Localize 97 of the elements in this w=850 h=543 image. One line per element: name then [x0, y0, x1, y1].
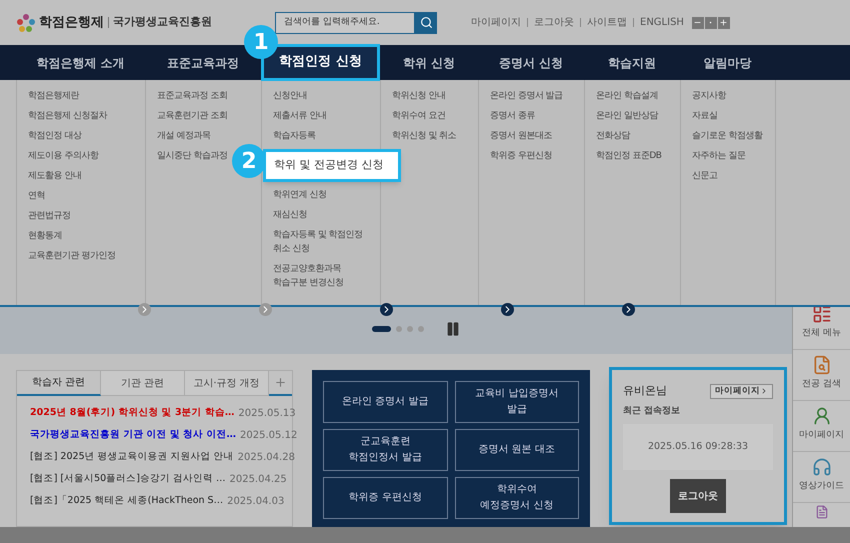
nav-tab[interactable]: 증명서 신청 [498, 50, 564, 76]
submenu-item[interactable]: 학위신청 및 취소 [392, 129, 456, 143]
chevron-icon [259, 303, 272, 316]
chevron-icon [138, 303, 151, 316]
font-larger-button[interactable] [718, 16, 730, 28]
submenu-item[interactable]: 학위수여 요건 [392, 109, 446, 123]
side-menu-button[interactable]: 전공 검색 [793, 346, 850, 401]
submenu-item[interactable]: 개설 예정과목 [157, 129, 210, 143]
logout-button[interactable]: 로그아웃 [670, 479, 726, 513]
submenu-item[interactable]: 연혁 [28, 189, 45, 203]
submenu-item[interactable]: 학습자등록 및 학점인정 취소 신청 [273, 228, 363, 256]
plus-icon [274, 376, 287, 389]
submenu-item[interactable]: 제출서류 안내 [273, 109, 326, 123]
header-link[interactable]: 마이페이지 [471, 15, 521, 30]
search-icon [812, 354, 832, 375]
notice-date: 2025.04.28 [238, 451, 295, 465]
font-reset-button[interactable] [704, 16, 717, 28]
submenu-item[interactable]: 제도이용 주의사항 [28, 149, 98, 163]
font-smaller-button[interactable] [692, 16, 704, 28]
side-menu-button[interactable]: 영상가이드 [793, 448, 850, 503]
header-link[interactable]: 로그아웃 [534, 15, 574, 30]
nav-tab[interactable]: 표준교육과정 [167, 50, 239, 76]
chevron-icon [380, 303, 393, 316]
submenu-item[interactable]: 자료실 [692, 109, 718, 123]
side-menu-button[interactable]: 전체 메뉴 [793, 307, 850, 350]
menu-icon [812, 307, 832, 324]
submenu-item[interactable]: 학위신청 안내 [392, 89, 446, 103]
header-link[interactable]: ENGLISH [640, 15, 684, 30]
submenu-item[interactable]: 증명서 종류 [490, 109, 535, 123]
submenu-item[interactable]: 공지사항 [692, 89, 726, 103]
submenu-item[interactable]: 교육훈련기관 조회 [157, 109, 228, 123]
plus-icon [719, 18, 728, 27]
notice-tab[interactable]: 기관 관련 [101, 371, 185, 396]
last-login-time: 2025.05.16 09:28:33 [623, 424, 773, 470]
submenu-item[interactable]: 신문고 [692, 169, 718, 183]
search-icon [420, 16, 432, 29]
service-button[interactable]: 학위증 우편신청 [323, 477, 448, 519]
notice-tab[interactable]: 고시·규정 개정 [185, 371, 269, 396]
notice-date: 2025.05.13 [238, 407, 296, 421]
logo-text: 학점은행제 [39, 14, 104, 32]
flower-logo-icon [17, 14, 35, 32]
nav-tab[interactable]: 알림마당 [704, 50, 752, 76]
org-name: 국가평생교육진흥원 [113, 14, 212, 30]
side-menu-button[interactable]: 마이페이지 [793, 397, 850, 452]
search-field[interactable]: 검색어를 입력해주세요. [275, 12, 415, 34]
submenu-item[interactable]: 학위증 우편신청 [490, 149, 552, 163]
submenu-item[interactable]: 신청안내 [273, 89, 307, 103]
chevron-icon [501, 303, 514, 316]
mypage-button[interactable]: 마이페이지 [710, 384, 773, 399]
submenu-item[interactable]: 학점은행제란 [28, 89, 79, 103]
chevron-icon [760, 387, 768, 396]
service-button[interactable]: 증명서 원본 대조 [454, 429, 579, 471]
submenu-item[interactable]: 제도활용 안내 [28, 169, 82, 183]
submenu-item[interactable]: 슬기로운 학점생활 [692, 129, 762, 143]
notice-title[interactable]: 국가평생교육진흥원 기관 이전 및 청사 이전… [30, 428, 236, 443]
submenu-item[interactable]: 자주하는 질문 [692, 149, 746, 163]
submenu-item[interactable]: 교육훈련기관 평가인정 [28, 249, 116, 263]
pause-icon[interactable] [444, 321, 460, 337]
submenu-item[interactable]: 재심신청 [273, 208, 307, 222]
user-name: 유비온님 [623, 383, 667, 399]
submenu-item[interactable]: 학점은행제 신청절차 [28, 109, 107, 123]
document-icon [814, 505, 828, 519]
submenu-item[interactable]: 표준교육과정 조회 [157, 89, 228, 103]
submenu-item[interactable]: 현황통계 [28, 229, 62, 243]
recent-login-label: 최근 접속정보 [623, 404, 682, 418]
submenu-item[interactable]: 학점인정 표준DB [596, 149, 662, 163]
notice-date: 2025.04.03 [227, 495, 284, 509]
submenu-item[interactable]: 온라인 학습설계 [596, 89, 658, 103]
submenu-item[interactable]: 온라인 일반상담 [596, 109, 658, 123]
submenu-item[interactable]: 학위 및 전공변경 신청 [263, 149, 401, 182]
service-button[interactable]: 군교육훈련 학점인정서 발급 [323, 429, 448, 471]
service-button[interactable]: 교육비 납입증명서 발급 [454, 381, 579, 423]
submenu-item[interactable]: 관련법규정 [28, 209, 70, 223]
submenu-item[interactable]: 전공교양호환과목 학습구분 변경신청 [273, 262, 344, 290]
nav-tab[interactable]: 학위 신청 [402, 50, 456, 76]
submenu-item[interactable]: 전화상담 [596, 129, 630, 143]
notice-title[interactable]: [협조] 2025년 평생교육이용권 지원사업 안내 [30, 450, 234, 465]
notice-title[interactable]: 2025년 8월(후기) 학위신청 및 3분기 학습… [30, 406, 234, 421]
submenu-item[interactable]: 증명서 원본대조 [490, 129, 552, 143]
submenu-item[interactable]: 일시중단 학습과정 [157, 149, 228, 163]
header-link[interactable]: 사이트맵 [587, 15, 627, 30]
submenu-item[interactable]: 온라인 증명서 발급 [490, 89, 563, 103]
service-button[interactable]: 온라인 증명서 발급 [323, 381, 448, 423]
notice-title[interactable]: [협조]「2025 핵테온 세종(HackTheon S… [30, 494, 224, 509]
service-button[interactable]: 학위수여 예정증명서 신청 [454, 477, 579, 519]
chevron-icon [622, 303, 635, 316]
nav-tab[interactable]: 학습지원 [608, 50, 656, 76]
person-icon [812, 406, 832, 426]
search-button[interactable] [415, 12, 437, 34]
notice-date: 2025.05.12 [240, 429, 298, 443]
headset-icon [812, 456, 832, 477]
nav-tab[interactable]: 학점은행제 소개 [36, 50, 125, 76]
submenu-item[interactable]: 학습자등록 [273, 129, 316, 143]
notice-title[interactable]: [협조] [서울시50플러스]승강기 검사인력 … [30, 472, 226, 487]
submenu-item[interactable]: 학위연계 신청 [273, 188, 326, 202]
submenu-item[interactable]: 학점인정 대상 [28, 129, 82, 143]
notice-date: 2025.04.25 [229, 473, 287, 487]
